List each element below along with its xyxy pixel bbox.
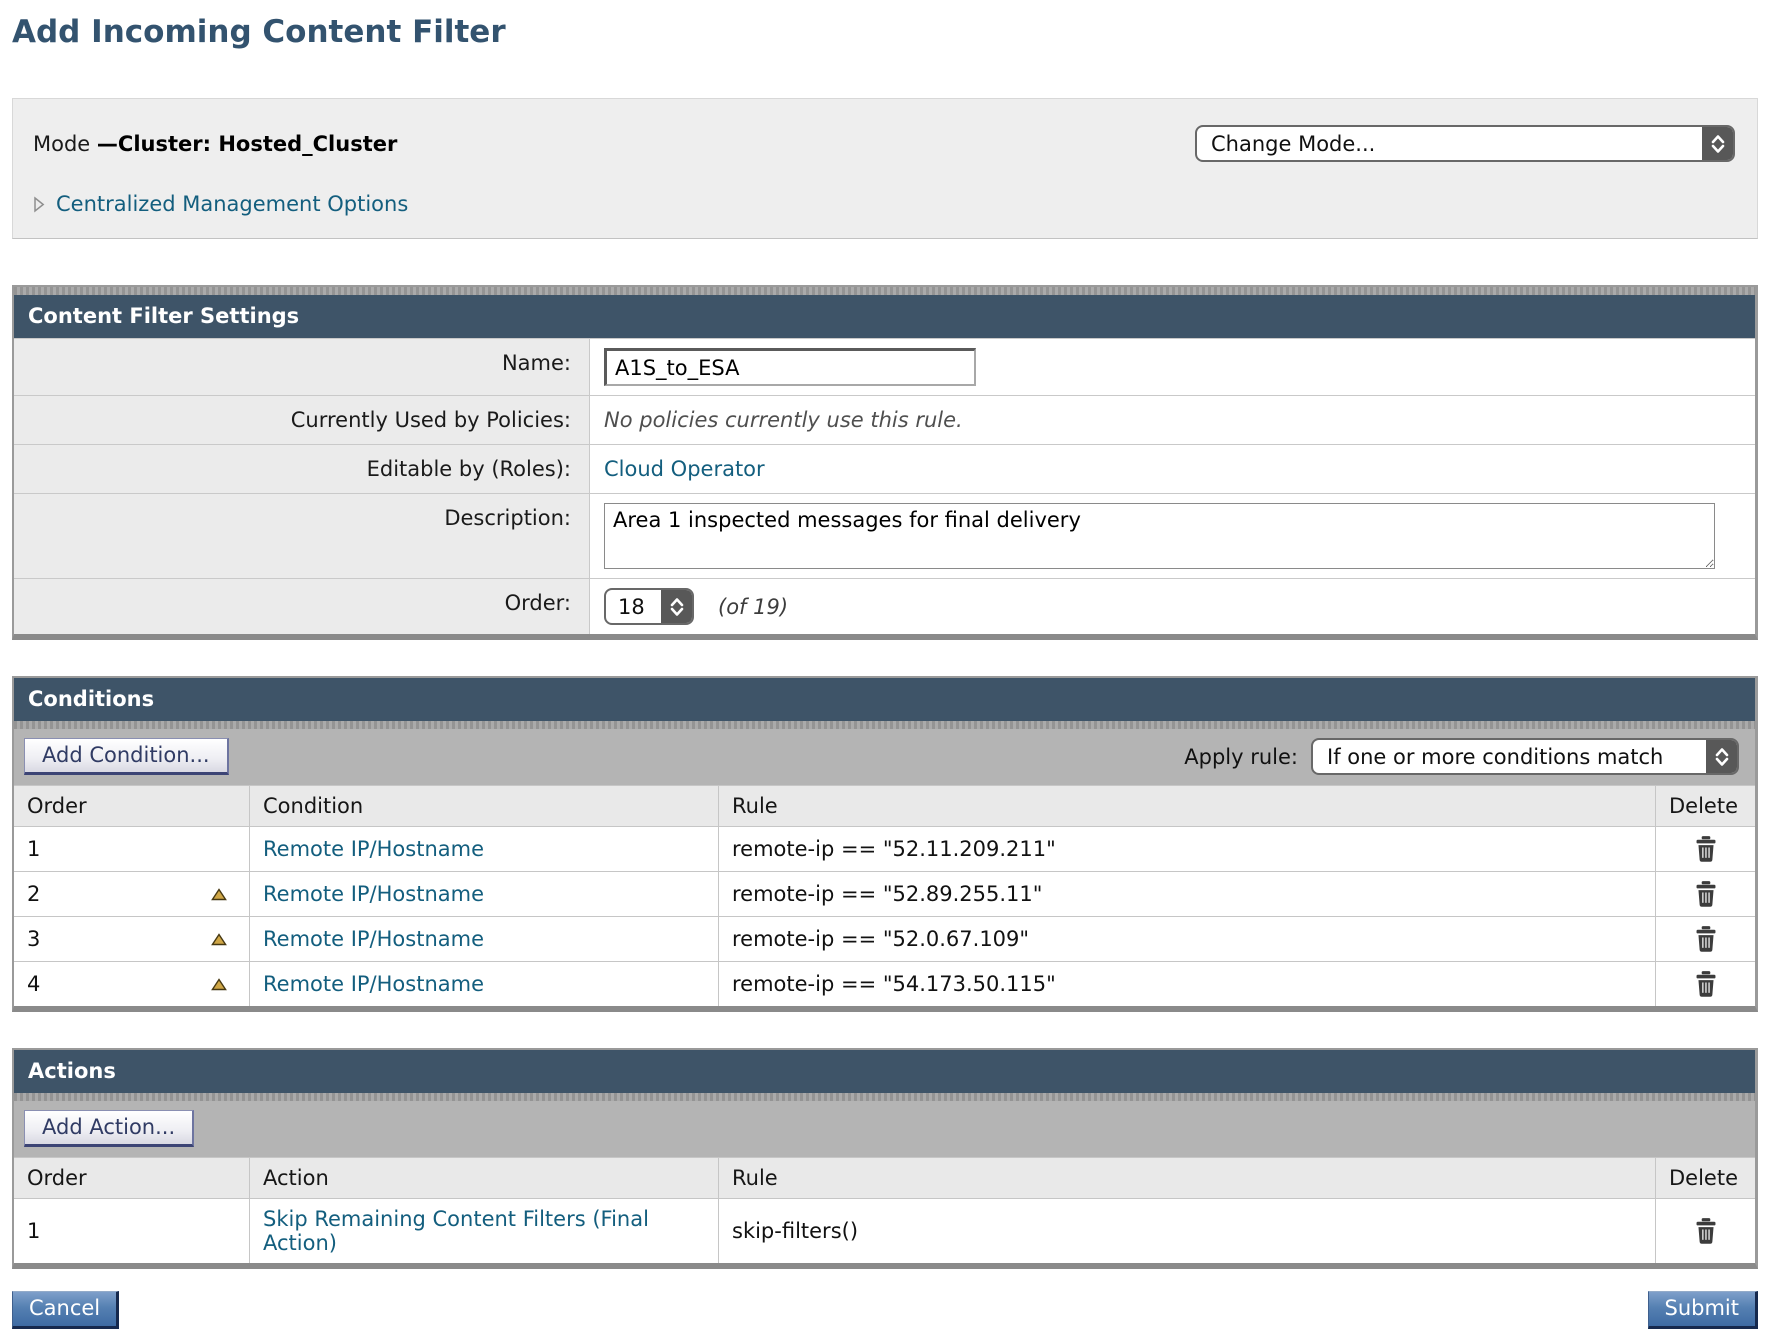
col-header-condition: Condition — [249, 786, 718, 826]
delete-trash-icon[interactable] — [1693, 970, 1719, 998]
condition-row: 4 Remote IP/Hostname remote-ip == "54.17… — [14, 961, 1755, 1006]
delete-trash-icon[interactable] — [1693, 925, 1719, 953]
condition-link[interactable]: Remote IP/Hostname — [263, 972, 484, 996]
condition-row: 1 Remote IP/Hostname remote-ip == "52.11… — [14, 826, 1755, 871]
order-select-value: 18 — [606, 590, 661, 623]
settings-section-header: Content Filter Settings — [14, 295, 1755, 338]
order-label: Order: — [14, 579, 590, 634]
conditions-section: Conditions Add Condition... Apply rule: … — [12, 676, 1758, 1012]
description-row: Description: Area 1 inspected messages f… — [14, 493, 1755, 578]
select-spinner-icon — [1702, 127, 1733, 160]
col-header-action: Action — [249, 1158, 718, 1198]
condition-link[interactable]: Remote IP/Hostname — [263, 927, 484, 951]
condition-order: 4 — [27, 972, 40, 996]
submit-button[interactable]: Submit — [1648, 1291, 1759, 1329]
delete-trash-icon[interactable] — [1693, 880, 1719, 908]
col-header-order: Order — [14, 786, 249, 826]
add-action-button[interactable]: Add Action... — [24, 1110, 194, 1147]
change-mode-select-value: Change Mode... — [1197, 127, 1702, 160]
apply-rule-select-value: If one or more conditions match — [1313, 740, 1706, 773]
col-header-order: Order — [14, 1158, 249, 1198]
col-header-delete: Delete — [1655, 1158, 1755, 1198]
texture-strip — [14, 287, 1755, 295]
condition-order: 3 — [27, 927, 40, 951]
mode-panel: Mode —Cluster: Hosted_Cluster Change Mod… — [12, 98, 1758, 239]
mode-text: Mode —Cluster: Hosted_Cluster — [33, 132, 397, 156]
condition-rule: remote-ip == "52.89.255.11" — [718, 872, 1655, 916]
col-header-delete: Delete — [1655, 786, 1755, 826]
move-up-icon[interactable] — [211, 888, 227, 901]
col-header-rule: Rule — [718, 786, 1655, 826]
delete-trash-icon[interactable] — [1693, 1217, 1719, 1245]
editable-label: Editable by (Roles): — [14, 445, 590, 493]
policies-label: Currently Used by Policies: — [14, 396, 590, 444]
content-filter-settings-section: Content Filter Settings Name: Currently … — [12, 285, 1758, 640]
condition-link[interactable]: Remote IP/Hostname — [263, 882, 484, 906]
cloud-operator-link[interactable]: Cloud Operator — [604, 457, 765, 481]
condition-row: 3 Remote IP/Hostname remote-ip == "52.0.… — [14, 916, 1755, 961]
delete-trash-icon[interactable] — [1693, 835, 1719, 863]
footer-bar: Cancel Submit — [12, 1291, 1758, 1329]
condition-order: 2 — [27, 882, 40, 906]
condition-rule: remote-ip == "54.173.50.115" — [718, 962, 1655, 1006]
move-up-icon[interactable] — [211, 978, 227, 991]
texture-strip — [14, 721, 1755, 729]
description-textarea[interactable]: Area 1 inspected messages for final deli… — [604, 503, 1715, 569]
policies-row: Currently Used by Policies: No policies … — [14, 395, 1755, 444]
conditions-table-header: Order Condition Rule Delete — [14, 785, 1755, 826]
actions-section-header: Actions — [14, 1050, 1755, 1093]
condition-row: 2 Remote IP/Hostname remote-ip == "52.89… — [14, 871, 1755, 916]
name-label: Name: — [14, 339, 590, 395]
apply-rule-select[interactable]: If one or more conditions match — [1311, 738, 1739, 775]
name-input[interactable] — [604, 348, 976, 386]
conditions-section-header: Conditions — [14, 678, 1755, 721]
select-spinner-icon — [661, 590, 692, 623]
action-rule: skip-filters() — [718, 1199, 1655, 1263]
move-up-icon[interactable] — [211, 933, 227, 946]
cancel-button[interactable]: Cancel — [12, 1291, 119, 1329]
actions-toolbar: Add Action... — [14, 1101, 1755, 1157]
condition-rule: remote-ip == "52.0.67.109" — [718, 917, 1655, 961]
mode-label: Mode — [33, 132, 97, 156]
centralized-management-options-link[interactable]: Centralized Management Options — [56, 192, 408, 216]
texture-strip — [14, 1093, 1755, 1101]
action-row: 1 Skip Remaining Content Filters (Final … — [14, 1198, 1755, 1263]
conditions-toolbar: Add Condition... Apply rule: If one or m… — [14, 729, 1755, 785]
select-spinner-icon — [1706, 740, 1737, 773]
order-of-total: (of 19) — [718, 595, 788, 619]
condition-rule: remote-ip == "52.11.209.211" — [718, 827, 1655, 871]
mode-value: —Cluster: Hosted_Cluster — [97, 132, 397, 156]
order-select[interactable]: 18 — [604, 588, 694, 625]
action-order: 1 — [27, 1219, 40, 1243]
actions-table-header: Order Action Rule Delete — [14, 1157, 1755, 1198]
col-header-rule: Rule — [718, 1158, 1655, 1198]
policies-value: No policies currently use this rule. — [604, 408, 963, 432]
editable-row: Editable by (Roles): Cloud Operator — [14, 444, 1755, 493]
name-row: Name: — [14, 338, 1755, 395]
change-mode-select[interactable]: Change Mode... — [1195, 125, 1735, 162]
condition-order: 1 — [27, 837, 40, 861]
apply-rule-label: Apply rule: — [1184, 745, 1298, 769]
condition-link[interactable]: Remote IP/Hostname — [263, 837, 484, 861]
description-label: Description: — [14, 494, 590, 578]
disclosure-triangle-icon[interactable] — [33, 196, 45, 213]
order-row: Order: 18 (of 19) — [14, 578, 1755, 634]
add-condition-button[interactable]: Add Condition... — [24, 738, 229, 775]
action-link[interactable]: Skip Remaining Content Filters (Final Ac… — [263, 1207, 705, 1255]
actions-section: Actions Add Action... Order Action Rule … — [12, 1048, 1758, 1269]
page-title: Add Incoming Content Filter — [12, 14, 1758, 50]
add-incoming-content-filter-page: Add Incoming Content Filter Mode —Cluste… — [0, 0, 1770, 1343]
